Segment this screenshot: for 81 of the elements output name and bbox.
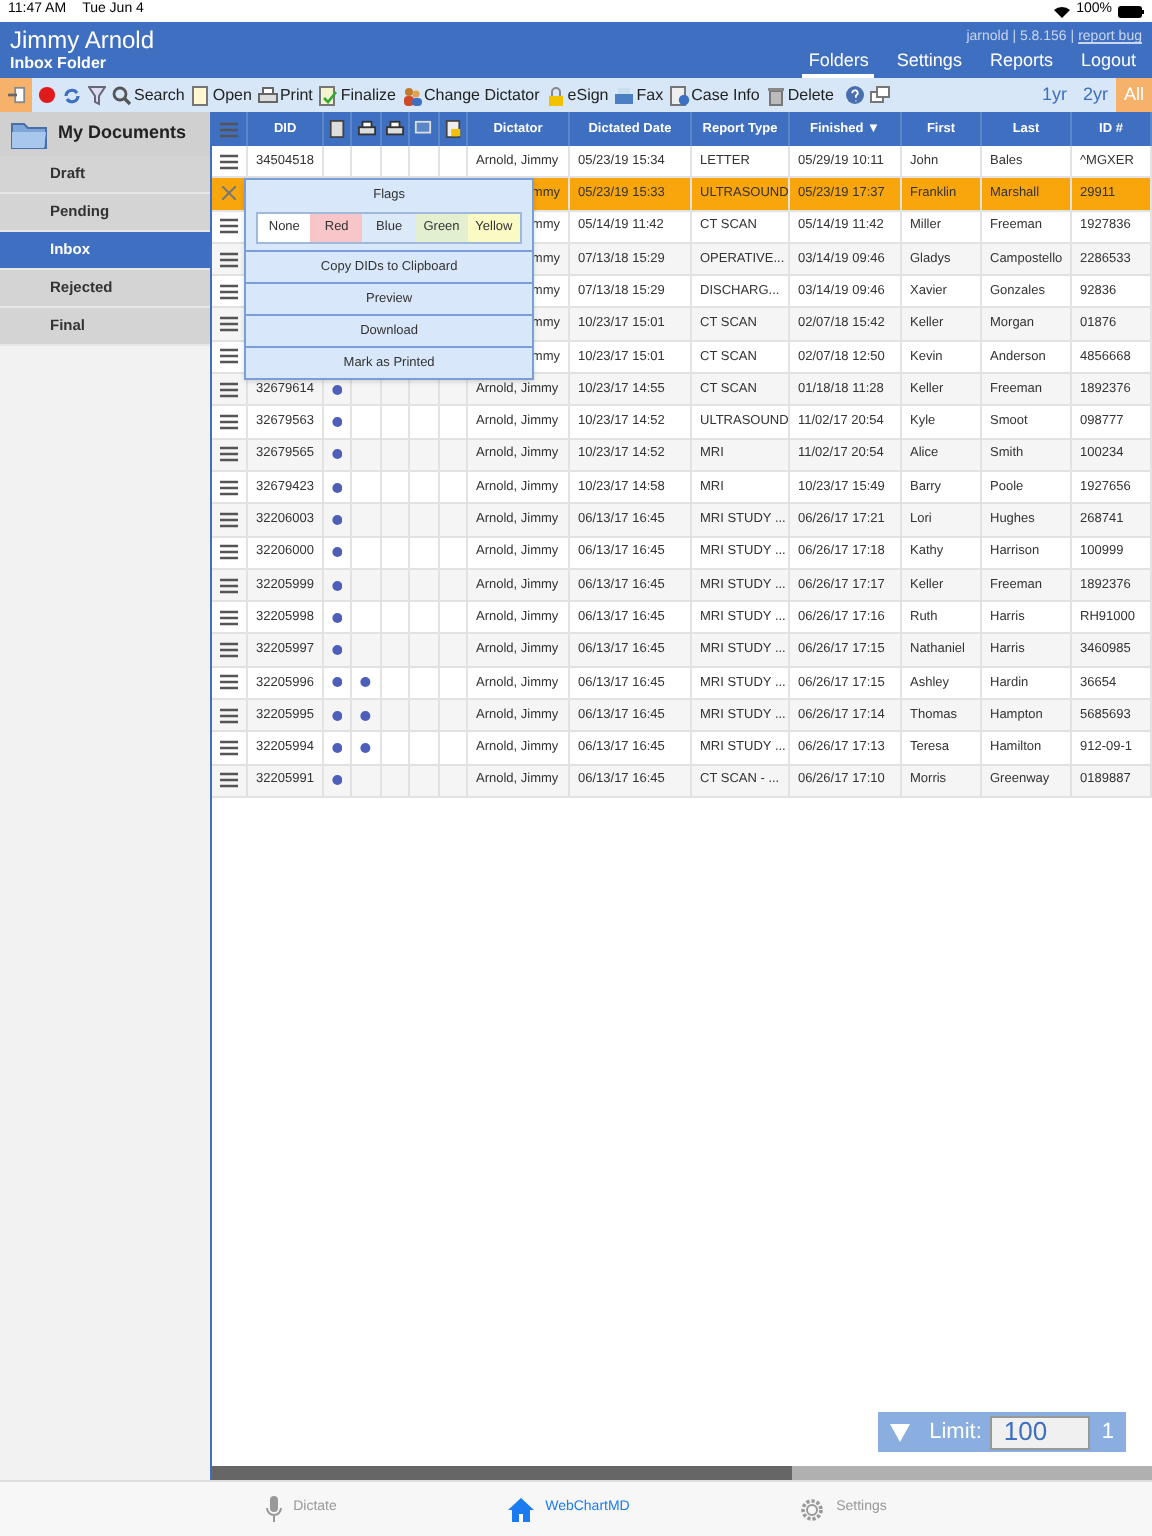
windows-icon[interactable] bbox=[869, 86, 890, 104]
flag-dot-icon bbox=[332, 674, 343, 691]
limit-field[interactable]: 100 bbox=[989, 1415, 1090, 1449]
menu-icon[interactable] bbox=[220, 348, 239, 365]
toolbar-button[interactable]: Change Dictator bbox=[401, 83, 540, 107]
fax-icon bbox=[614, 85, 635, 105]
column-icon bbox=[357, 120, 376, 138]
column-icon bbox=[386, 120, 405, 138]
range-tab[interactable]: 2yr bbox=[1074, 78, 1116, 112]
menu-icon[interactable] bbox=[220, 381, 239, 398]
flag-dot-icon bbox=[332, 772, 343, 789]
exit-icon bbox=[7, 86, 25, 104]
flag-dot-icon bbox=[332, 642, 343, 659]
battery-icon bbox=[1118, 5, 1144, 17]
menu-icon[interactable] bbox=[220, 414, 239, 431]
flag-dot-icon bbox=[332, 609, 343, 626]
folder-title: Inbox Folder bbox=[10, 53, 108, 73]
flag-dot-icon bbox=[332, 544, 343, 561]
settings-icon bbox=[800, 1497, 825, 1521]
toolbar-button[interactable]: Finalize bbox=[318, 83, 396, 107]
info-document-icon bbox=[669, 85, 690, 105]
flag-dot-icon bbox=[332, 511, 343, 528]
help-icon[interactable] bbox=[845, 86, 864, 104]
scrollbar-track[interactable] bbox=[212, 1466, 1152, 1480]
column-icon bbox=[443, 120, 462, 138]
search-icon bbox=[112, 85, 132, 105]
toolbar-button[interactable]: Print bbox=[257, 83, 313, 107]
home-icon bbox=[507, 1497, 534, 1521]
limit-label: Limit: bbox=[927, 1417, 984, 1448]
menu-icon[interactable] bbox=[220, 316, 239, 333]
toolbar-button[interactable]: Open bbox=[190, 83, 252, 107]
folder-icon bbox=[10, 119, 48, 149]
menu-icon[interactable] bbox=[220, 707, 239, 724]
trash-icon bbox=[765, 85, 786, 105]
menu-icon[interactable] bbox=[220, 772, 239, 789]
column-icon bbox=[328, 120, 347, 138]
menu-icon[interactable] bbox=[220, 511, 239, 528]
flag-dot-icon bbox=[332, 577, 343, 593]
toolbar-button[interactable]: Delete bbox=[765, 83, 834, 107]
menu-icon[interactable] bbox=[220, 251, 239, 268]
document-icon bbox=[190, 85, 211, 105]
flag-dot-icon bbox=[360, 674, 372, 691]
flag-dot-icon bbox=[332, 707, 343, 724]
menu-icon[interactable] bbox=[220, 609, 239, 626]
flag-dot-icon bbox=[360, 707, 372, 724]
back-button[interactable] bbox=[0, 78, 32, 112]
flag-dot-icon bbox=[332, 381, 343, 398]
range-tab[interactable]: 1yr bbox=[1033, 78, 1075, 112]
menu-icon[interactable] bbox=[220, 446, 239, 463]
record-icon[interactable] bbox=[38, 86, 56, 104]
wifi-icon bbox=[1054, 5, 1071, 17]
flag-dot-icon bbox=[360, 739, 372, 756]
people-icon bbox=[401, 85, 422, 105]
menu-icon[interactable] bbox=[220, 153, 239, 170]
toolbar-button[interactable]: Fax bbox=[614, 83, 664, 107]
user-name: Jimmy Arnold bbox=[10, 27, 155, 53]
menu-icon[interactable] bbox=[220, 674, 239, 691]
toolbar-button[interactable]: eSign bbox=[545, 83, 609, 107]
menu-icon[interactable] bbox=[220, 283, 239, 300]
menu-icon[interactable] bbox=[220, 577, 239, 593]
menu-icon[interactable] bbox=[220, 642, 239, 659]
toolbar-button[interactable]: Case Info bbox=[669, 83, 760, 107]
refresh-icon[interactable] bbox=[62, 85, 82, 105]
menu-icon[interactable] bbox=[220, 479, 239, 496]
menu-icon[interactable] bbox=[220, 739, 239, 756]
page-number: 1 bbox=[1099, 1417, 1116, 1448]
column-icon bbox=[414, 120, 433, 138]
flag-dot-icon bbox=[332, 414, 343, 431]
lock-icon bbox=[545, 85, 566, 105]
scrollbar-thumb[interactable] bbox=[212, 1466, 793, 1480]
filter-icon[interactable] bbox=[88, 85, 106, 105]
microphone-icon bbox=[265, 1496, 282, 1522]
flag-dot-icon bbox=[332, 739, 343, 756]
toolbar-button[interactable]: Search bbox=[112, 83, 185, 107]
printer-icon bbox=[257, 85, 278, 105]
menu-icon[interactable] bbox=[220, 218, 239, 235]
flag-dot-icon bbox=[332, 446, 343, 463]
document-check-icon bbox=[318, 85, 339, 105]
sidebar-title: My Documents bbox=[58, 120, 187, 147]
menu-icon[interactable] bbox=[220, 544, 239, 561]
flag-dot-icon bbox=[332, 479, 343, 496]
